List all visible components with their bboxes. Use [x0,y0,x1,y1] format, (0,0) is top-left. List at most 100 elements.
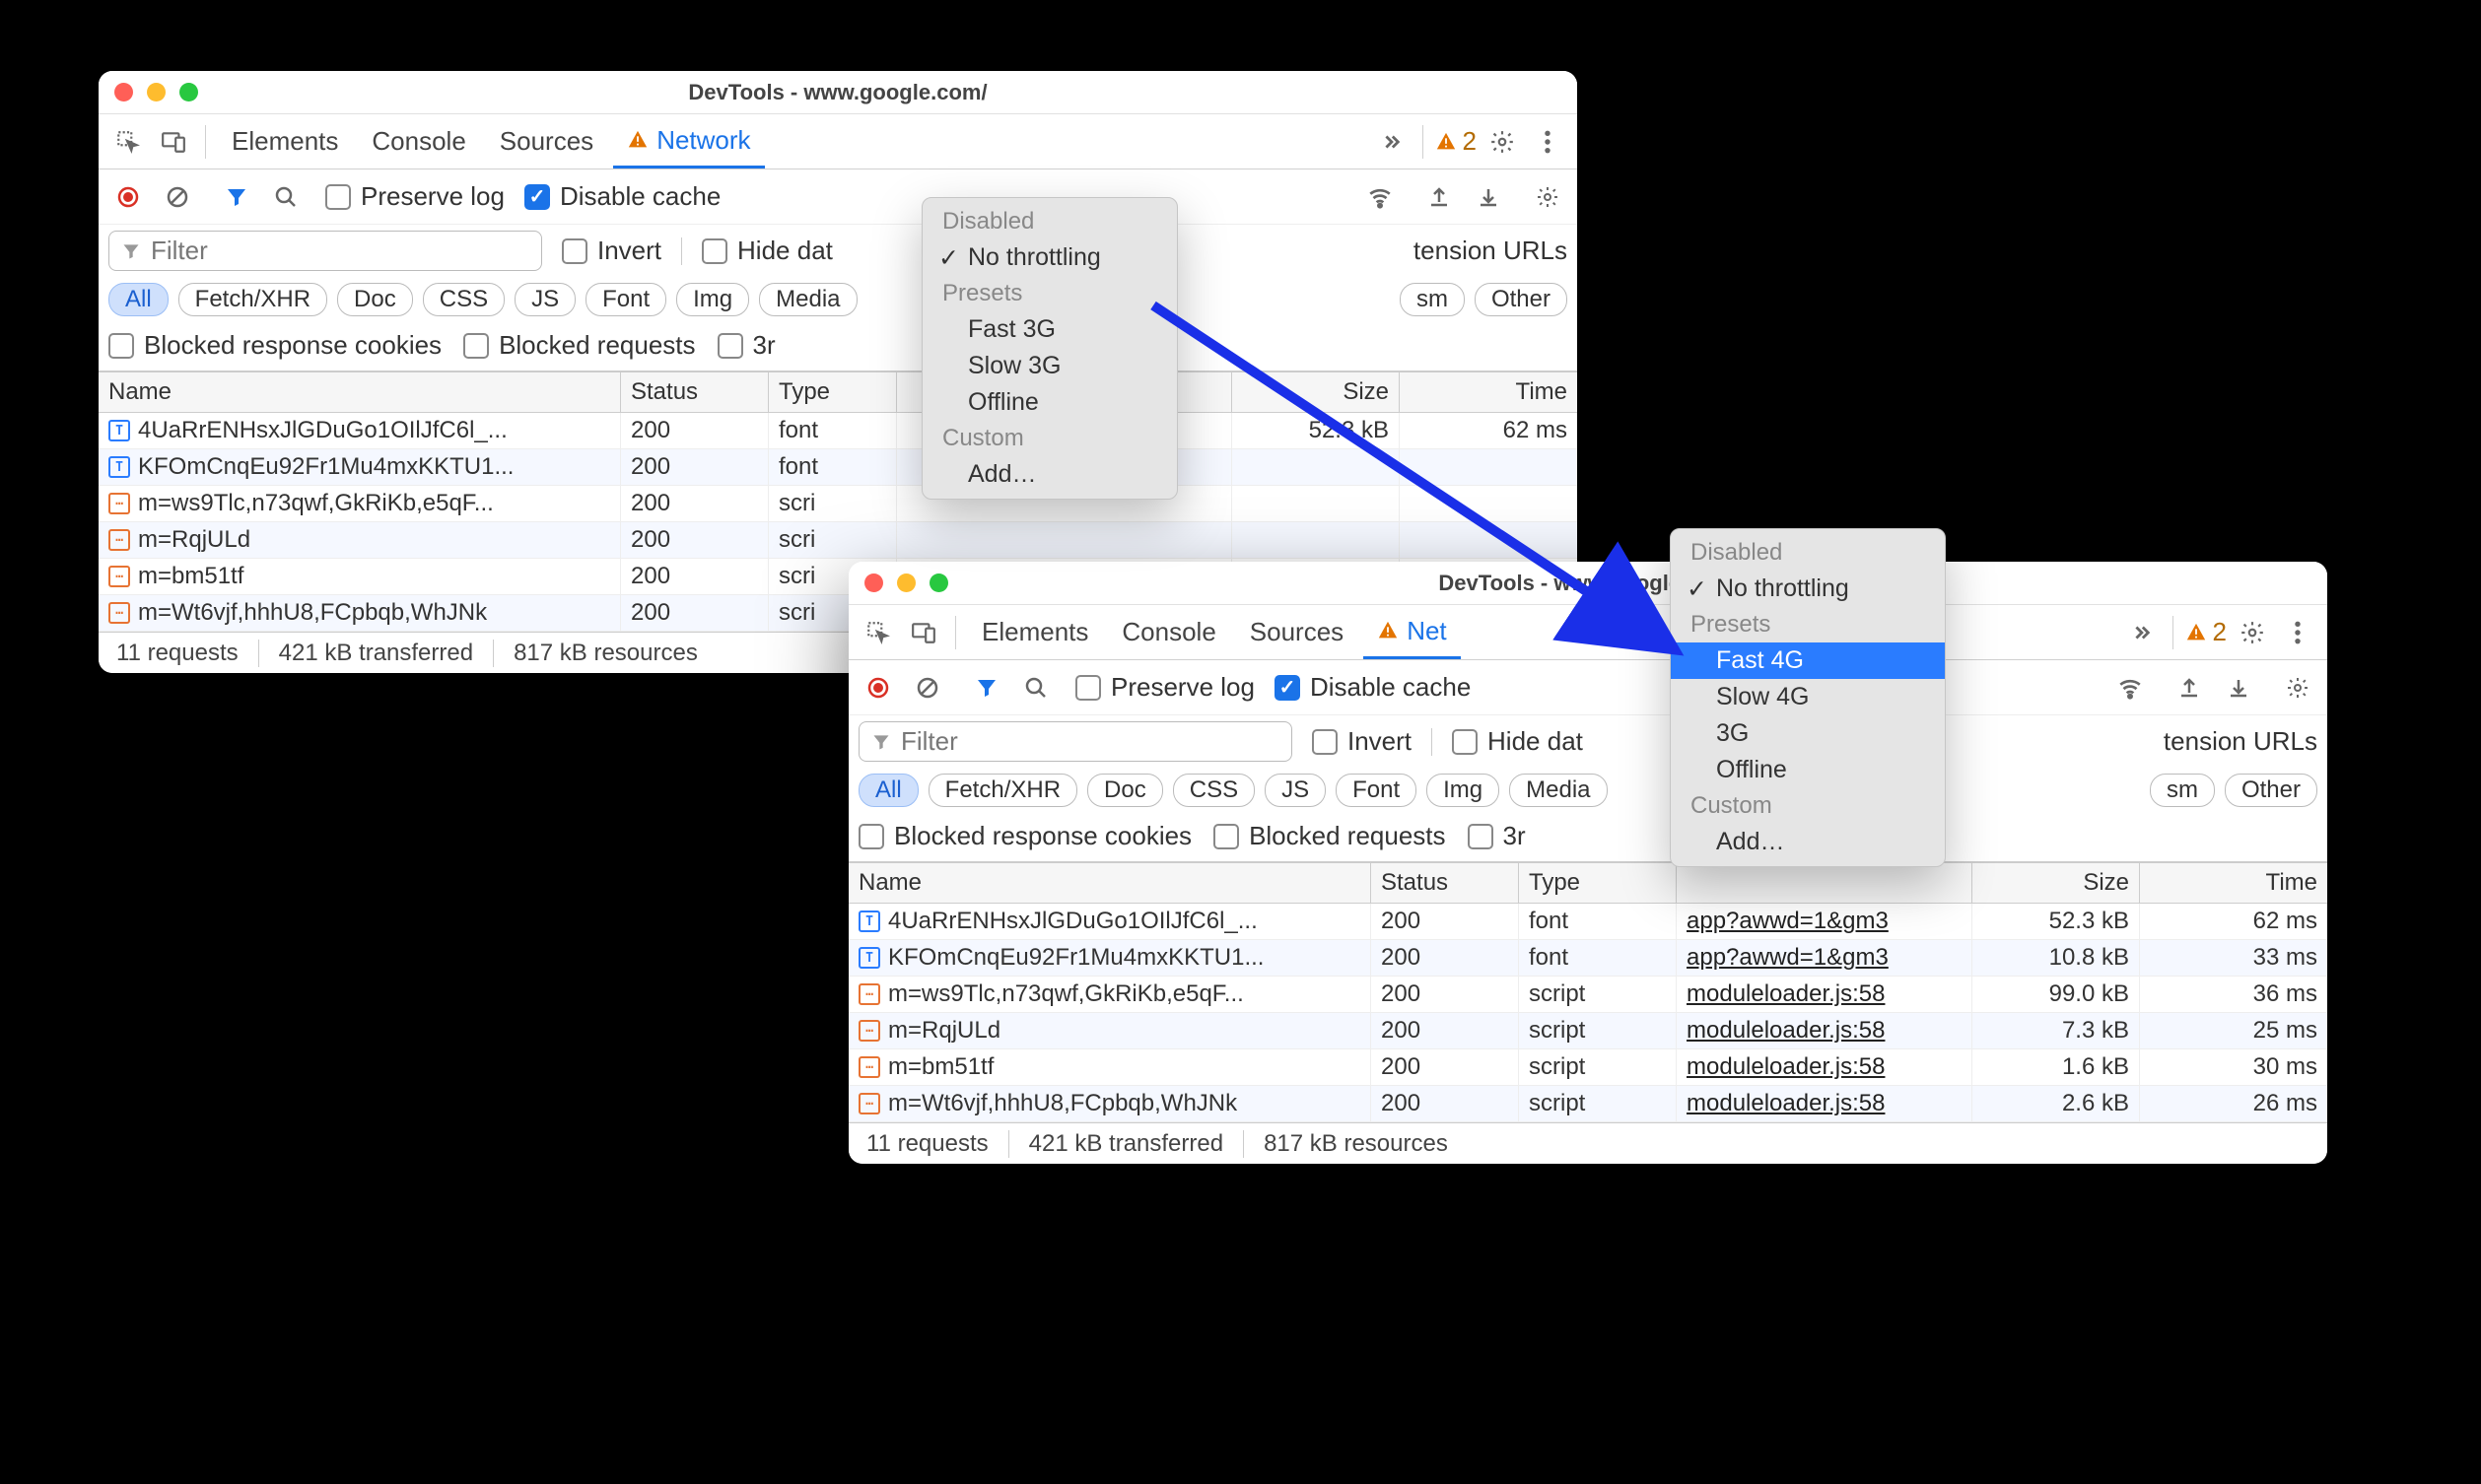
tab-console[interactable]: Console [358,114,479,169]
pill-media[interactable]: Media [1509,774,1607,807]
more-tabs-icon[interactable] [1371,122,1411,162]
pill-doc[interactable]: Doc [337,283,413,316]
close-icon[interactable] [864,573,883,592]
blocked-cookies-checkbox[interactable]: Blocked response cookies [108,330,442,361]
tab-console[interactable]: Console [1108,605,1229,659]
kebab-icon[interactable] [2278,613,2317,652]
wifi-icon[interactable] [2110,668,2150,708]
inspect-icon[interactable] [859,613,898,652]
clear-icon[interactable] [158,177,197,217]
tab-network[interactable]: Network [613,114,764,169]
col-type[interactable]: Type [1519,863,1677,903]
download-icon[interactable] [2219,668,2258,708]
settings-small-icon[interactable] [1528,177,1567,217]
pill-img[interactable]: Img [676,283,749,316]
cell-initiator[interactable]: moduleloader.js:58 [1677,1013,1972,1048]
pill-css[interactable]: CSS [423,283,505,316]
blocked-cookies-checkbox[interactable]: Blocked response cookies [859,821,1192,851]
cell-initiator[interactable]: moduleloader.js:58 [1677,977,1972,1012]
pill-other[interactable]: Other [2225,774,2317,807]
clear-icon[interactable] [908,668,947,708]
hide-data-checkbox[interactable]: Hide dat [1452,726,1583,757]
pill-font[interactable]: Font [586,283,666,316]
disable-cache-checkbox[interactable]: Disable cache [524,181,721,212]
col-status[interactable]: Status [1371,863,1519,903]
pill-all[interactable]: All [859,774,919,807]
search-icon[interactable] [266,177,306,217]
table-row[interactable]: ⋯m=RqjULd 200 script moduleloader.js:58 … [849,1013,2327,1049]
blocked-requests-checkbox[interactable]: Blocked requests [463,330,695,361]
invert-checkbox[interactable]: Invert [1312,726,1412,757]
device-toggle-icon[interactable] [154,122,193,162]
menu-no-throttling[interactable]: ✓No throttling [1671,571,1945,607]
cell-initiator[interactable]: moduleloader.js:58 [1677,1049,1972,1085]
pill-media[interactable]: Media [759,283,857,316]
kebab-icon[interactable] [1528,122,1567,162]
tab-sources[interactable]: Sources [486,114,607,169]
filter-input[interactable]: Filter [859,721,1292,762]
menu-no-throttling[interactable]: ✓No throttling [923,239,1177,276]
pill-fetch[interactable]: Fetch/XHR [929,774,1077,807]
thirdparty-checkbox[interactable]: 3r [718,330,776,361]
col-status[interactable]: Status [621,372,769,412]
filter-icon[interactable] [217,177,256,217]
more-tabs-icon[interactable] [2121,613,2161,652]
preserve-log-checkbox[interactable]: Preserve log [1075,672,1255,703]
inspect-icon[interactable] [108,122,148,162]
cell-initiator[interactable]: app?awwd=1&gm3 [1677,940,1972,976]
pill-doc[interactable]: Doc [1087,774,1163,807]
cell-initiator[interactable]: app?awwd=1&gm3 [1677,904,1972,939]
pill-css[interactable]: CSS [1173,774,1255,807]
disable-cache-checkbox[interactable]: Disable cache [1275,672,1471,703]
upload-icon[interactable] [2170,668,2209,708]
menu-fast-4g[interactable]: Fast 4G [1671,642,1945,679]
table-row[interactable]: T4UaRrENHsxJlGDuGo1OIlJfC6l_... 200 font… [849,904,2327,940]
menu-add[interactable]: Add… [923,456,1177,493]
warnings-badge[interactable]: 2 [1435,126,1477,157]
menu-offline[interactable]: Offline [923,384,1177,421]
table-row[interactable]: TKFOmCnqEu92Fr1Mu4mxKKTU1... 200 font ap… [849,940,2327,977]
pill-sm[interactable]: sm [2150,774,2215,807]
pill-other[interactable]: Other [1475,283,1567,316]
minimize-icon[interactable] [897,573,916,592]
menu-fast-3g[interactable]: Fast 3G [923,311,1177,348]
menu-offline[interactable]: Offline [1671,752,1945,788]
col-type[interactable]: Type [769,372,897,412]
zoom-icon[interactable] [179,83,198,101]
table-row[interactable]: TKFOmCnqEu92Fr1Mu4mxKKTU1... 200 font [99,449,1577,486]
table-row[interactable]: ⋯m=ws9Tlc,n73qwf,GkRiKb,e5qF... 200 scri [99,486,1577,522]
menu-slow-3g[interactable]: Slow 3G [923,348,1177,384]
device-toggle-icon[interactable] [904,613,943,652]
record-icon[interactable] [859,668,898,708]
minimize-icon[interactable] [147,83,166,101]
menu-3g[interactable]: 3G [1671,715,1945,752]
table-row[interactable]: T4UaRrENHsxJlGDuGo1OIlJfC6l_... 200 font… [99,413,1577,449]
col-name[interactable]: Name [849,863,1371,903]
preserve-log-checkbox[interactable]: Preserve log [325,181,505,212]
col-size[interactable]: Size [1232,372,1400,412]
col-initiator[interactable] [1677,863,1972,903]
menu-add[interactable]: Add… [1671,824,1945,860]
upload-icon[interactable] [1419,177,1459,217]
pill-sm[interactable]: sm [1400,283,1465,316]
cell-initiator[interactable]: moduleloader.js:58 [1677,1086,1972,1121]
pill-all[interactable]: All [108,283,169,316]
col-size[interactable]: Size [1972,863,2140,903]
wifi-icon[interactable] [1360,177,1400,217]
tab-elements[interactable]: Elements [218,114,352,169]
settings-icon[interactable] [2233,613,2272,652]
table-row[interactable]: ⋯m=Wt6vjf,hhhU8,FCpbqb,WhJNk 200 script … [849,1086,2327,1122]
col-name[interactable]: Name [99,372,621,412]
pill-js[interactable]: JS [515,283,576,316]
table-row[interactable]: ⋯m=RqjULd 200 scri [99,522,1577,559]
invert-checkbox[interactable]: Invert [562,236,661,266]
tab-sources[interactable]: Sources [1236,605,1357,659]
pill-font[interactable]: Font [1336,774,1416,807]
thirdparty-checkbox[interactable]: 3r [1468,821,1526,851]
menu-slow-4g[interactable]: Slow 4G [1671,679,1945,715]
record-icon[interactable] [108,177,148,217]
pill-img[interactable]: Img [1426,774,1499,807]
tab-elements[interactable]: Elements [968,605,1102,659]
col-time[interactable]: Time [2140,863,2327,903]
filter-icon[interactable] [967,668,1006,708]
